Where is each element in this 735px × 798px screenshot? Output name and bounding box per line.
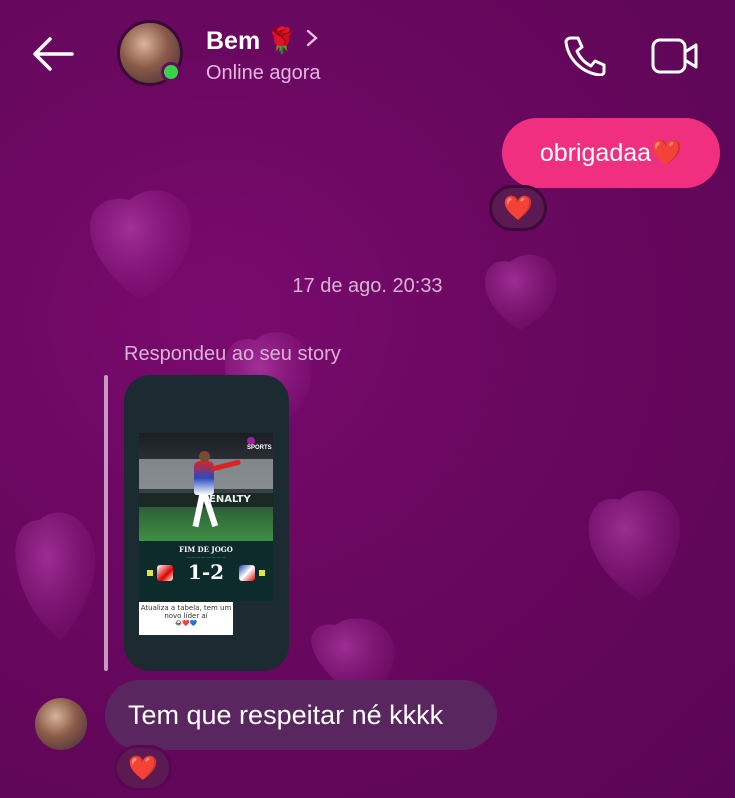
sender-avatar[interactable] xyxy=(35,698,87,750)
story-image: ENALTY SPORTS FIM DE JOGO — — — — — — — … xyxy=(139,433,273,601)
received-message-text: Tem que respeitar né kkkk xyxy=(128,699,444,730)
ad-board-text: ENALTY xyxy=(209,494,251,505)
sent-message-reaction[interactable]: ❤️ xyxy=(489,185,547,231)
contact-name-text: Bem xyxy=(206,27,261,55)
chat-header: Bem 🌹 Online agora xyxy=(0,0,735,110)
story-caption: Atualiza a tabela, tem um novo líder aí … xyxy=(139,602,233,635)
sent-message-bubble[interactable]: obrigadaa❤️ xyxy=(502,118,720,188)
story-caption-emojis: 😂❤️💙 xyxy=(175,620,197,627)
player-head xyxy=(199,451,210,462)
story-caption-text: Atualiza a tabela, tem um novo líder aí xyxy=(140,604,232,620)
contact-avatar[interactable] xyxy=(117,20,183,86)
message-timestamp: 17 de ago. 20:33 xyxy=(292,275,443,297)
online-status-dot xyxy=(161,62,181,82)
match-headline: FIM DE JOGO xyxy=(179,545,233,554)
contact-status: Online agora xyxy=(206,62,321,84)
brand-logo: SPORTS xyxy=(247,437,273,451)
away-marker xyxy=(259,570,265,576)
stadium-photo: ENALTY SPORTS xyxy=(139,433,273,541)
contact-name[interactable]: Bem 🌹 xyxy=(206,27,297,56)
away-team-crest xyxy=(239,565,255,581)
story-reply-label: Respondeu ao seu story xyxy=(124,343,341,365)
chevron-right-icon[interactable] xyxy=(306,28,318,54)
back-button[interactable] xyxy=(30,34,76,74)
video-camera-icon xyxy=(651,38,698,74)
rose-emoji: 🌹 xyxy=(266,27,298,55)
reply-indicator-bar xyxy=(104,375,108,671)
received-message-reaction[interactable]: ❤️ xyxy=(114,745,172,791)
received-message-bubble[interactable]: Tem que respeitar né kkkk xyxy=(105,680,497,750)
video-call-button[interactable] xyxy=(650,36,700,76)
phone-icon xyxy=(564,36,606,77)
match-subline: — — — — — — — — xyxy=(186,554,226,559)
brand-logo-text: SPORTS xyxy=(247,445,272,451)
story-preview-card[interactable]: ENALTY SPORTS FIM DE JOGO — — — — — — — … xyxy=(124,375,289,671)
score-panel: FIM DE JOGO — — — — — — — — 1-2 xyxy=(139,541,273,601)
voice-call-button[interactable] xyxy=(562,34,608,77)
arrow-left-icon xyxy=(33,37,74,71)
heart-shape-3 xyxy=(588,490,680,600)
heart-shape-6 xyxy=(15,512,96,640)
